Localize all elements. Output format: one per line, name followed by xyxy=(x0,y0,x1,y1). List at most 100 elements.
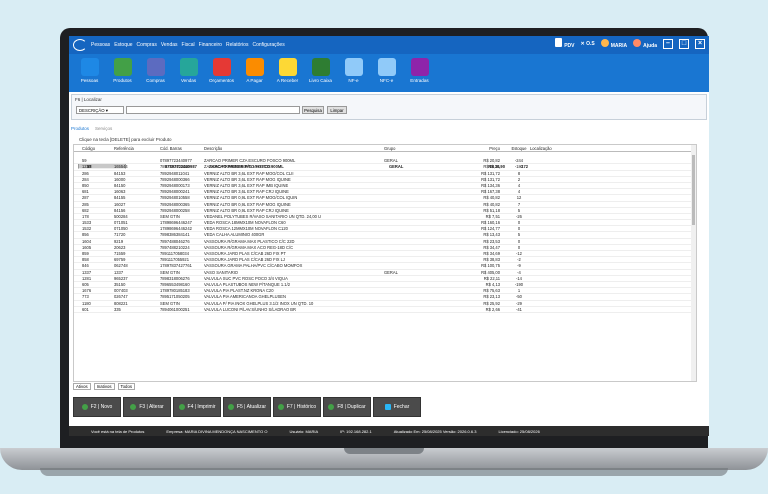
footer-button-0[interactable]: F2 | Novo xyxy=(73,397,121,417)
main-toolbar: Pessoas Produtos Compras Vendas Orçamentos A … xyxy=(69,54,709,92)
search-label: F6 | Localizar xyxy=(75,97,102,102)
user-avatar-icon xyxy=(600,38,609,47)
footer-button-label: F7 | Histórico xyxy=(286,404,317,410)
product-tabs: Produtos Serviços xyxy=(71,126,112,131)
table-cell: R$ 2,66 xyxy=(485,306,500,312)
app-logo-icon xyxy=(73,39,87,51)
toolbar-label: Livro Caixa xyxy=(309,78,332,83)
toolbar-icon-9 xyxy=(377,58,396,76)
footer-button-5[interactable]: F8 | Duplicar xyxy=(323,397,371,417)
pdv-button[interactable]: PDV xyxy=(555,38,575,49)
toolbar-label: Compras xyxy=(146,78,165,83)
toolbar-label: Produtos xyxy=(113,78,132,83)
pdv-label: PDV xyxy=(564,43,575,49)
footer-button-icon xyxy=(384,404,391,410)
toolbar-item-9[interactable]: NFC-e xyxy=(370,54,403,92)
menu-item-6[interactable]: Relatórios xyxy=(226,42,249,48)
help-icon xyxy=(633,38,642,47)
menu-item-4[interactable]: Fiscal xyxy=(182,42,195,48)
toolbar-icon-10 xyxy=(410,58,429,76)
toolbar-item-3[interactable]: Vendas xyxy=(172,54,205,92)
toolbar-item-0[interactable]: Pessoas xyxy=(73,54,106,92)
products-grid: Código Referência Cód. Barras Descrição Grup… xyxy=(73,144,697,382)
tab-produtos[interactable]: Produtos xyxy=(71,126,89,131)
footer-button-4[interactable]: F7 | Histórico xyxy=(273,397,321,417)
title-bar: Pessoas Estoque Compras Vendas Fiscal Finance… xyxy=(69,36,709,54)
toolbar-icon-2 xyxy=(146,58,165,76)
column-header[interactable]: Cód. Barras xyxy=(160,145,200,152)
grid-scrollbar[interactable] xyxy=(691,145,696,381)
column-header[interactable]: Referência xyxy=(114,145,150,152)
filter-tab-0[interactable]: Ativos xyxy=(73,383,91,390)
search-button[interactable]: Pesquisa xyxy=(302,106,324,114)
search-field-select[interactable]: DESCRIÇÃO ▾ xyxy=(76,106,124,114)
footer-button-2[interactable]: F4 | Imprimir xyxy=(173,397,221,417)
tab-servicos[interactable]: Serviços xyxy=(95,126,112,131)
column-header[interactable]: Preço xyxy=(444,145,500,152)
table-cell: -41 xyxy=(516,306,522,312)
footer-button-label: F5 | Atualizar xyxy=(236,404,267,410)
footer-button-label: F4 | Imprimir xyxy=(187,404,216,410)
table-row[interactable]: 601 335 7894061000251 VALVULA LUCONI P/LAV.… xyxy=(74,307,696,313)
toolbar-label: NFC-e xyxy=(379,78,394,83)
footer-button-3[interactable]: F5 | Atualizar xyxy=(223,397,271,417)
clear-button[interactable]: Limpar xyxy=(327,106,347,114)
status-bar: Você está na tela de Produtos Empresa: M… xyxy=(69,426,709,436)
toolbar-item-6[interactable]: A Receber xyxy=(271,54,304,92)
toolbar-item-8[interactable]: NF-e xyxy=(337,54,370,92)
status-ip: IP: 192.168.282.1 xyxy=(340,428,372,434)
menu-item-0[interactable]: Pessoas xyxy=(91,42,110,48)
column-header[interactable]: Localização xyxy=(530,145,570,152)
delete-hint: Clique na tecla [DELETE] para excluir Pr… xyxy=(79,137,172,142)
footer-button-icon xyxy=(81,404,88,410)
footer-button-icon xyxy=(227,404,234,410)
menu-item-3[interactable]: Vendas xyxy=(161,42,178,48)
footer-button-6[interactable]: Fechar xyxy=(373,397,421,417)
toolbar-label: Orçamentos xyxy=(208,78,235,83)
column-header[interactable]: Descrição xyxy=(204,145,374,152)
footer-button-icon xyxy=(328,404,335,410)
laptop-notch xyxy=(344,448,424,454)
menu-item-1[interactable]: Estoque xyxy=(114,42,132,48)
minimize-button[interactable]: – xyxy=(663,38,673,49)
user-button[interactable]: MARIA xyxy=(600,38,628,49)
column-header[interactable]: Código xyxy=(82,145,116,152)
toolbar-item-5[interactable]: A Pagar xyxy=(238,54,271,92)
menu-item-7[interactable]: Configurações xyxy=(252,42,284,48)
maximize-button[interactable]: □ xyxy=(679,38,689,49)
toolbar-item-7[interactable]: Livro Caixa xyxy=(304,54,337,92)
table-cell: 7894061000251 xyxy=(160,306,190,312)
os-button[interactable]: ✕ O.S xyxy=(581,41,595,47)
toolbar-icon-5 xyxy=(245,58,264,76)
search-field-value: DESCRIÇÃO xyxy=(79,108,105,113)
toolbar-label: Entradas xyxy=(410,78,429,83)
toolbar-icon-7 xyxy=(311,58,330,76)
title-right-area: PDV ✕ O.S MARIA Ajuda – □ × xyxy=(555,38,705,49)
laptop-frame: Pessoas Estoque Compras Vendas Fiscal Finance… xyxy=(0,0,768,494)
toolbar-item-10[interactable]: Entradas xyxy=(403,54,436,92)
filter-tabs: Ativos Inativos Todos xyxy=(73,383,135,390)
toolbar-icon-3 xyxy=(179,58,198,76)
footer-button-icon xyxy=(277,404,284,410)
search-input[interactable] xyxy=(126,106,300,114)
scrollbar-thumb[interactable] xyxy=(692,155,695,225)
column-header[interactable]: Grupo xyxy=(384,145,424,152)
filter-tab-1[interactable]: Inativos xyxy=(93,383,115,390)
menu-item-2[interactable]: Compras xyxy=(137,42,157,48)
footer-button-label: F8 | Duplicar xyxy=(337,404,366,410)
toolbar-icon-4 xyxy=(212,58,231,76)
filter-tab-2[interactable]: Todos xyxy=(117,383,135,390)
toolbar-icon-8 xyxy=(344,58,363,76)
toolbar-item-2[interactable]: Compras xyxy=(139,54,172,92)
toolbar-label: Pessoas xyxy=(80,78,99,83)
status-license: Licenciado: 25/08/2026 xyxy=(498,428,540,434)
help-button[interactable]: Ajuda xyxy=(633,38,657,49)
menu-item-5[interactable]: Financeiro xyxy=(199,42,222,48)
close-window-button[interactable]: × xyxy=(695,38,705,49)
toolbar-item-4[interactable]: Orçamentos xyxy=(205,54,238,92)
user-label: MARIA xyxy=(610,42,628,49)
toolbar-icon-1 xyxy=(113,58,132,76)
footer-button-1[interactable]: F3 | Alterar xyxy=(123,397,171,417)
status-screen: Você está na tela de Produtos xyxy=(91,428,145,434)
toolbar-item-1[interactable]: Produtos xyxy=(106,54,139,92)
